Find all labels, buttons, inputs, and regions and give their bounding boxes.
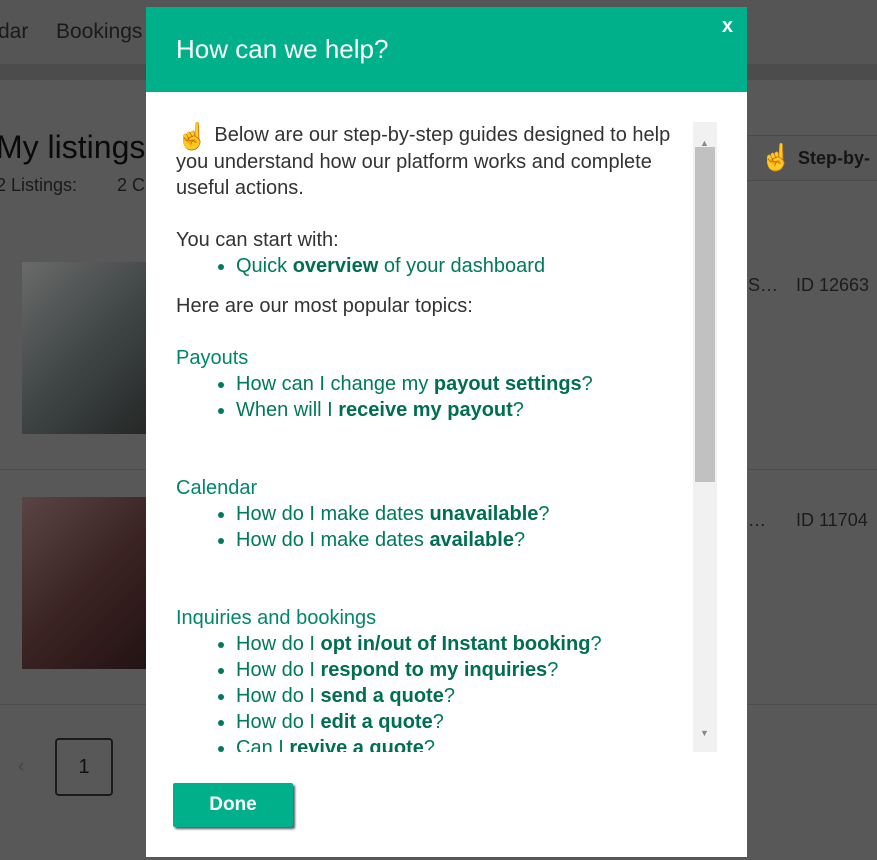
modal-scroll-area[interactable]: ☝ Below are our step-by-step guides desig… — [176, 122, 717, 752]
step-button-label: Step-by- — [798, 148, 870, 168]
modal-header: How can we help? x — [146, 7, 747, 92]
done-button[interactable]: Done — [173, 783, 293, 827]
close-icon[interactable]: x — [722, 15, 733, 38]
scroll-down-icon[interactable]: ▼ — [700, 720, 709, 746]
page-title: My listings — [0, 129, 146, 165]
section-title: Payouts — [176, 347, 249, 369]
listings-sub: 2 C — [117, 175, 146, 195]
modal-title: How can we help? — [176, 34, 389, 64]
pager-page-1[interactable]: 1 — [55, 738, 113, 796]
step-by-step-button[interactable]: ☝ Step-by- — [745, 135, 877, 181]
topic-link[interactable]: How do I make dates unavailable? — [236, 501, 681, 527]
popular-label: Here are our most popular topics: — [176, 295, 473, 317]
listing-id: ID 12663 — [796, 275, 870, 295]
help-modal: How can we help? x ☝ Below are our step-b… — [146, 7, 747, 857]
nav-calendar[interactable]: dar — [0, 20, 28, 44]
nav-bookings[interactable]: Bookings — [56, 20, 142, 44]
intro-text: ☝ Below are our step-by-step guides desig… — [176, 122, 671, 199]
topic-link[interactable]: How do I make dates available? — [236, 527, 681, 553]
topic-link[interactable]: Can I revive a quote? — [236, 735, 681, 752]
scrollbar[interactable]: ▲ ▼ — [693, 122, 717, 752]
listing-name: S… — [748, 275, 779, 295]
hand-pointer-icon: ☝ — [760, 142, 793, 172]
listing-id: ID 11704 — [796, 510, 868, 530]
listings-count: 2 Listings: — [0, 175, 78, 195]
overview-link[interactable]: Quick overview of your dashboard — [236, 253, 681, 279]
topic-link[interactable]: How do I opt in/out of Instant booking? — [236, 631, 681, 657]
topic-link[interactable]: How can I change my payout settings? — [236, 371, 681, 397]
scrollbar-thumb[interactable] — [695, 147, 715, 482]
topic-link[interactable]: How do I respond to my inquiries? — [236, 657, 681, 683]
section-title: Inquiries and bookings — [176, 607, 377, 629]
start-label: You can start with: — [176, 229, 339, 251]
section-title: Calendar — [176, 477, 258, 499]
topic-link[interactable]: When will I receive my payout? — [236, 397, 681, 423]
pager-prev[interactable]: ‹ — [18, 756, 24, 777]
listing-name: … — [748, 510, 766, 530]
hand-pointer-icon: ☝ — [176, 122, 209, 151]
topic-link[interactable]: How do I edit a quote? — [236, 709, 681, 735]
topic-link[interactable]: How do I send a quote? — [236, 683, 681, 709]
